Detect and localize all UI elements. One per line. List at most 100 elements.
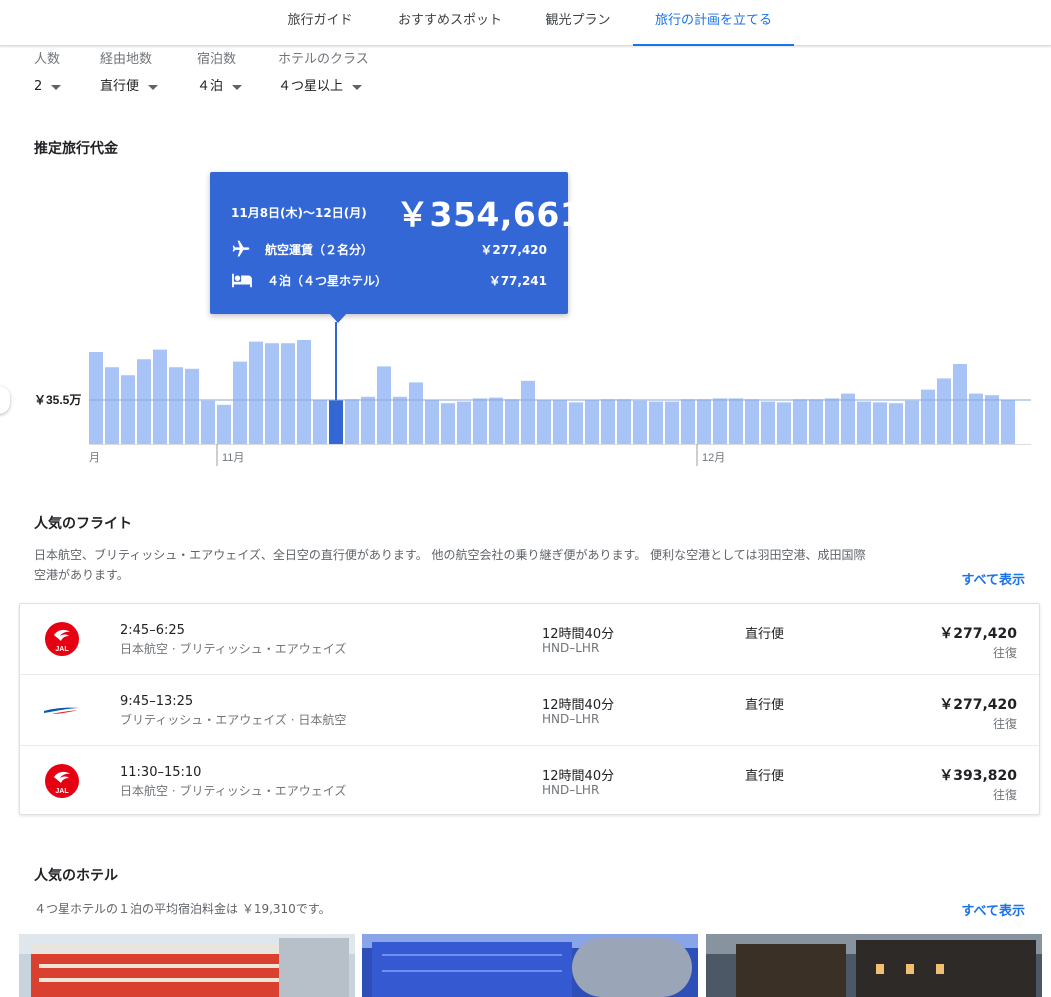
- price-bar[interactable]: [553, 400, 567, 444]
- tab-recommended-spots[interactable]: おすすめスポット: [382, 0, 518, 46]
- tab-travel-guide[interactable]: 旅行ガイド: [270, 0, 370, 46]
- price-bar[interactable]: [393, 396, 407, 444]
- price-bar[interactable]: [665, 401, 679, 444]
- month-label: 12月: [702, 452, 725, 464]
- hotels-title: 人気のホテル: [34, 868, 118, 884]
- price-bar-selected[interactable]: [329, 400, 343, 444]
- price-bar[interactable]: [489, 397, 503, 444]
- price-bar[interactable]: [1001, 400, 1015, 444]
- tooltip-flight-label: 航空運賃（２名分）: [265, 242, 374, 257]
- british-airways-logo-icon: [44, 692, 80, 728]
- price-bar[interactable]: [905, 400, 919, 444]
- flights-title: 人気のフライト: [34, 516, 132, 532]
- price-bar[interactable]: [713, 398, 727, 444]
- flight-price: ￥393,820: [939, 768, 1017, 784]
- tab-plan-trip[interactable]: 旅行の計画を立てる: [633, 0, 794, 46]
- price-bar[interactable]: [841, 393, 855, 444]
- flight-duration: 12時間40分: [542, 627, 615, 642]
- price-bar[interactable]: [185, 368, 199, 444]
- price-bar[interactable]: [937, 378, 951, 444]
- hotel-card-image[interactable]: [706, 934, 1042, 997]
- price-bar[interactable]: [201, 400, 215, 444]
- flight-airlines: 日本航空 · ブリティッシュ・エアウェイズ: [120, 784, 347, 798]
- price-bar[interactable]: [425, 400, 439, 444]
- tooltip-total-price: ￥354,661: [396, 195, 584, 234]
- price-bar[interactable]: [729, 398, 743, 444]
- price-bar[interactable]: [89, 352, 103, 444]
- price-bar[interactable]: [825, 398, 839, 444]
- filter-hotel-class-value: ４つ星以上: [278, 79, 344, 94]
- price-bar[interactable]: [777, 402, 791, 444]
- flight-row[interactable]: JAL 11:30–15:10 日本航空 · ブリティッシュ・エアウェイズ 12…: [20, 745, 1039, 816]
- price-bar[interactable]: [505, 399, 519, 444]
- flight-stops: 直行便: [745, 769, 785, 784]
- hotel-card-image[interactable]: [362, 934, 698, 997]
- price-bar[interactable]: [969, 393, 983, 444]
- price-bar[interactable]: [313, 400, 327, 444]
- price-bar[interactable]: [137, 359, 151, 444]
- price-bar[interactable]: [281, 343, 295, 444]
- price-bar[interactable]: [873, 402, 887, 444]
- dropdown-arrow-icon: [148, 84, 159, 90]
- price-bar[interactable]: [857, 401, 871, 444]
- price-bar[interactable]: [745, 399, 759, 444]
- price-bar[interactable]: [649, 401, 663, 444]
- price-bar[interactable]: [297, 340, 311, 444]
- filter-travelers-value: 2: [34, 79, 43, 94]
- price-bar[interactable]: [233, 361, 247, 444]
- price-bar[interactable]: [521, 380, 535, 444]
- price-bar[interactable]: [569, 402, 583, 444]
- price-bar[interactable]: [537, 400, 551, 444]
- price-bar[interactable]: [473, 398, 487, 444]
- tooltip-dates: 11月8日(木)〜12日(月): [231, 206, 367, 220]
- price-bar[interactable]: [761, 401, 775, 444]
- flights-see-all-link[interactable]: すべて表示: [961, 569, 1025, 588]
- price-bar[interactable]: [265, 343, 279, 444]
- price-bar[interactable]: [249, 341, 263, 444]
- flight-row[interactable]: JAL 2:45–6:25 日本航空 · ブリティッシュ・エアウェイズ 12時間…: [20, 604, 1039, 675]
- tooltip-hotel-label: ４泊（４つ星ホテル）: [267, 273, 388, 288]
- flight-duration: 12時間40分: [542, 698, 615, 713]
- price-bar[interactable]: [361, 396, 375, 444]
- flight-times: 11:30–15:10: [120, 765, 202, 780]
- tooltip-flight-price: ￥277,420: [480, 242, 547, 257]
- dropdown-arrow-icon: [232, 84, 243, 90]
- price-bar[interactable]: [377, 366, 391, 444]
- price-bar[interactable]: [169, 367, 183, 444]
- flight-trip-type: 往復: [992, 717, 1017, 731]
- filter-nights[interactable]: 宿泊数 ４泊: [197, 50, 243, 96]
- price-bar[interactable]: [633, 400, 647, 444]
- hotel-card-image[interactable]: [19, 934, 355, 997]
- flight-row[interactable]: 9:45–13:25 ブリティッシュ・エアウェイズ · 日本航空 12時間40分…: [20, 674, 1039, 745]
- price-bar[interactable]: [617, 399, 631, 444]
- hotels-see-all-link[interactable]: すべて表示: [961, 900, 1025, 919]
- price-bar[interactable]: [953, 364, 967, 444]
- tooltip-hotel-price: ￥77,241: [488, 273, 547, 288]
- flight-route: HND–LHR: [542, 641, 600, 655]
- price-bar[interactable]: [409, 382, 423, 444]
- price-bar[interactable]: [105, 367, 119, 444]
- filter-travelers[interactable]: 人数 2: [34, 50, 62, 96]
- price-bar[interactable]: [457, 401, 471, 444]
- filter-stops-value: 直行便: [100, 79, 140, 94]
- price-bar[interactable]: [681, 399, 695, 444]
- price-bar[interactable]: [217, 404, 231, 444]
- price-bar[interactable]: [601, 399, 615, 444]
- jal-logo-icon: JAL: [44, 763, 80, 799]
- filter-hotel-class[interactable]: ホテルのクラス ４つ星以上: [278, 50, 369, 96]
- filter-stops[interactable]: 経由地数 直行便: [100, 50, 159, 96]
- reference-label: ￥35.5万: [34, 393, 81, 407]
- price-bar[interactable]: [985, 395, 999, 444]
- price-bar[interactable]: [121, 375, 135, 444]
- price-bar[interactable]: [585, 400, 599, 444]
- price-bar[interactable]: [793, 399, 807, 444]
- filter-nights-value: ４泊: [197, 79, 224, 94]
- price-bar[interactable]: [345, 399, 359, 444]
- price-bar[interactable]: [921, 389, 935, 444]
- price-bar[interactable]: [441, 403, 455, 444]
- price-bar[interactable]: [889, 403, 903, 444]
- price-bar[interactable]: [809, 399, 823, 444]
- price-bar[interactable]: [153, 349, 167, 444]
- tab-sightseeing-plans[interactable]: 観光プラン: [530, 0, 626, 46]
- price-bar[interactable]: [697, 399, 711, 444]
